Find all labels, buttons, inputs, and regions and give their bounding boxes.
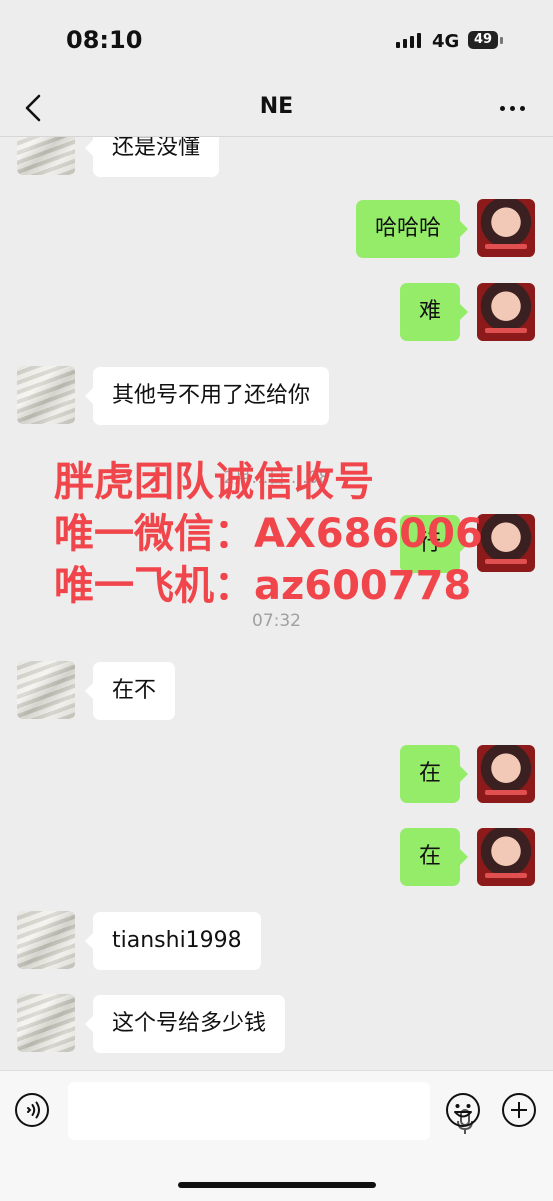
battery-level: 49 — [468, 31, 498, 49]
my-avatar[interactable] — [477, 745, 535, 803]
my-avatar[interactable] — [477, 199, 535, 257]
my-avatar[interactable] — [477, 828, 535, 886]
plus-icon[interactable] — [501, 1092, 537, 1128]
status-time: 08:10 — [66, 26, 143, 54]
contact-avatar[interactable] — [17, 366, 75, 424]
chat-header: NE — [0, 80, 553, 137]
voice-icon[interactable] — [14, 1092, 50, 1128]
network-type: 4G — [432, 31, 460, 52]
incoming-message[interactable]: 还是没懂 — [84, 137, 220, 177]
incoming-message[interactable]: 这个号给多少钱 — [84, 995, 286, 1053]
outgoing-message[interactable]: 哈哈哈 — [355, 200, 469, 258]
watermark-line: 唯一微信：AX686006 — [54, 511, 483, 557]
my-avatar[interactable] — [477, 283, 535, 341]
contact-avatar[interactable] — [17, 994, 75, 1052]
incoming-message[interactable]: 其他号不用了还给你 — [84, 367, 330, 425]
emoji-icon[interactable] — [445, 1092, 481, 1128]
incoming-message[interactable]: tianshi1998 — [85, 912, 261, 970]
home-indicator — [178, 1182, 376, 1188]
cellular-signal-icon — [396, 33, 421, 48]
message-input[interactable] — [68, 1082, 473, 1140]
more-icon[interactable] — [498, 104, 528, 114]
watermark-line: 唯一飞机：az600778 — [54, 563, 472, 609]
timestamp: 07:32 — [252, 611, 301, 631]
outgoing-message[interactable]: 难 — [399, 283, 469, 341]
contact-avatar[interactable] — [17, 911, 75, 969]
overlay-watermark: 胖虎团队诚信收号 唯一微信：AX686006 唯一飞机：az600778 — [54, 456, 544, 612]
status-bar: 08:10 4G 49 — [0, 0, 553, 80]
contact-avatar[interactable] — [17, 137, 75, 175]
outgoing-message[interactable]: 在 — [399, 745, 469, 803]
chat-title: NE — [259, 94, 294, 119]
incoming-message[interactable]: 在不 — [84, 662, 176, 720]
watermark-line: 胖虎团队诚信收号 — [54, 459, 374, 505]
outgoing-message[interactable]: 在 — [399, 828, 469, 886]
battery-icon: 49 — [468, 31, 504, 51]
contact-avatar[interactable] — [17, 661, 75, 719]
